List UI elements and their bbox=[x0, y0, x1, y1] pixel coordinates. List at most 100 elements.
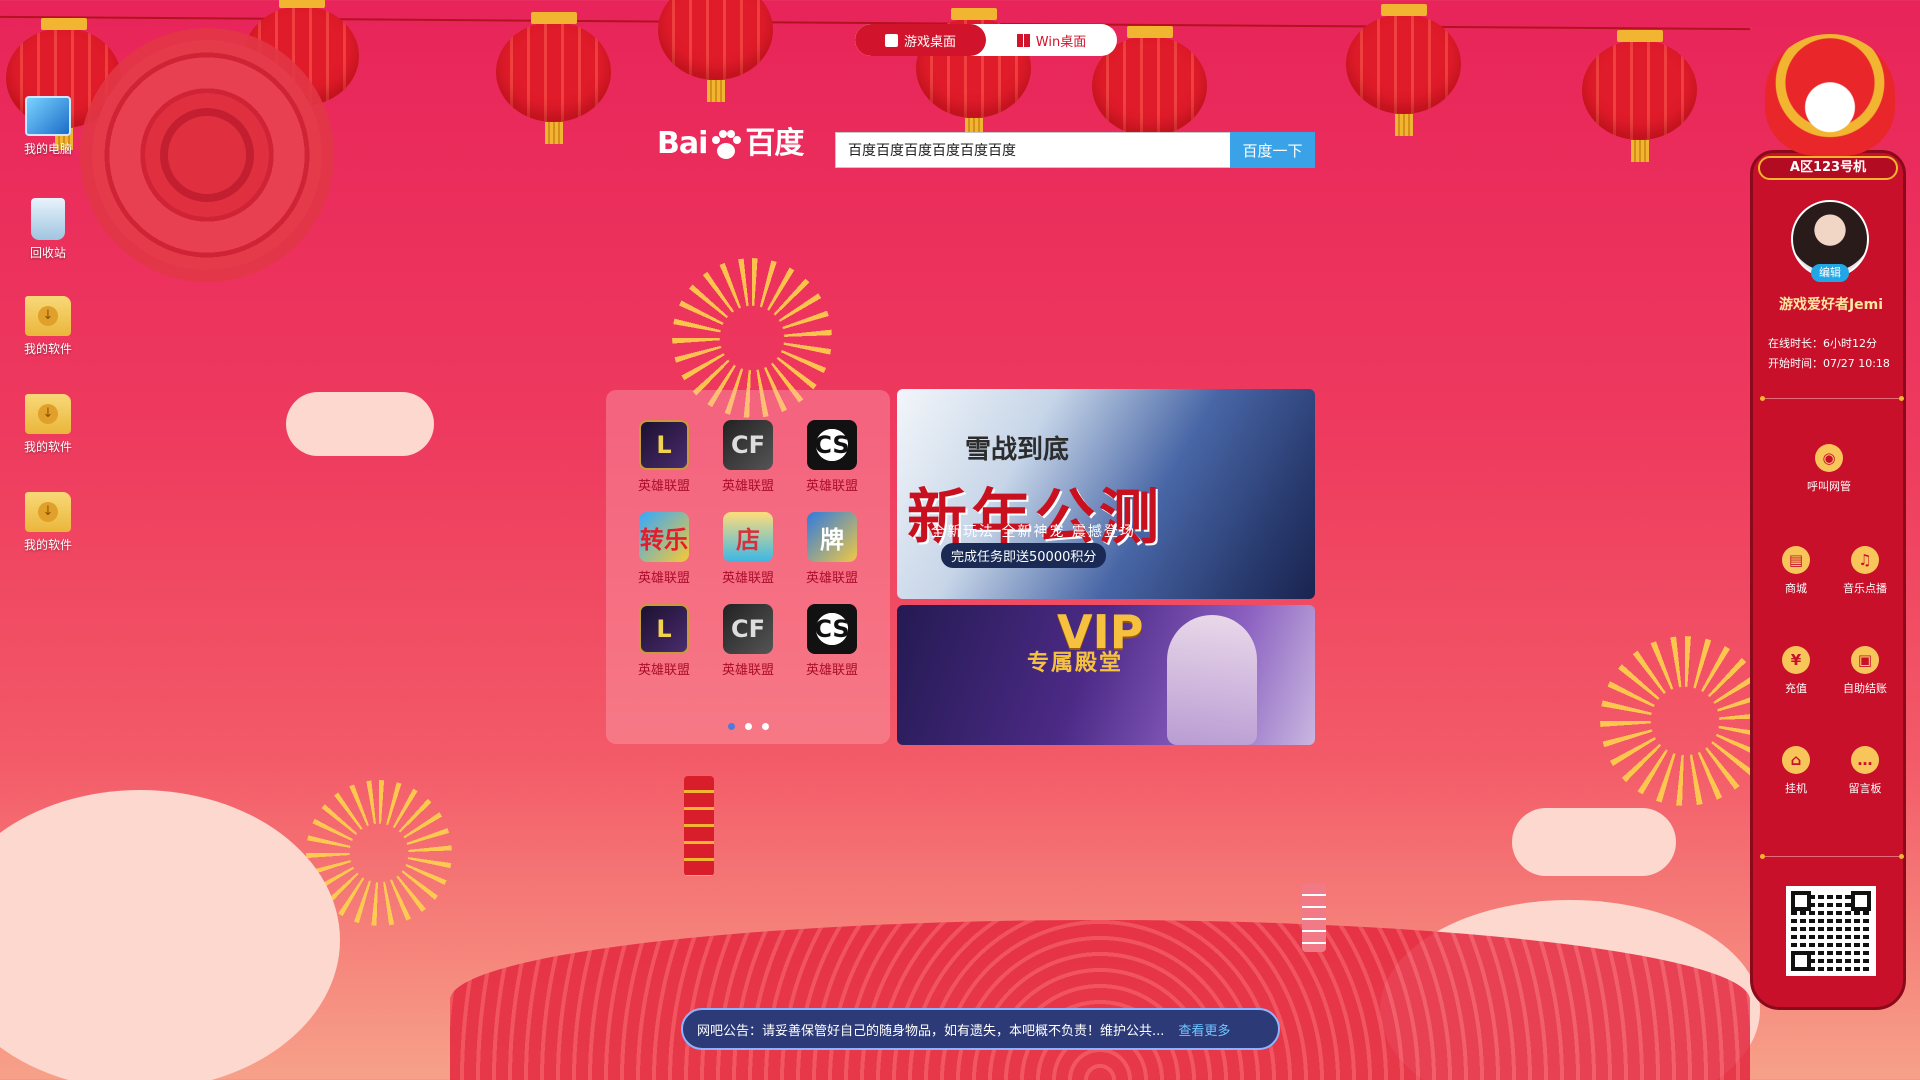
firecracker-decoration bbox=[1302, 884, 1326, 952]
desktop-icon-label: 我的软件 bbox=[23, 440, 72, 454]
paw-icon bbox=[712, 129, 742, 159]
lol-icon: L bbox=[639, 420, 689, 470]
sidebar-button-label: 充值 bbox=[1785, 682, 1807, 695]
baidu-logo: Bai 百度 bbox=[657, 118, 804, 162]
game-tile[interactable]: L 英雄联盟 bbox=[622, 420, 706, 494]
sidebar-button-label: 音乐点播 bbox=[1843, 582, 1887, 595]
self-checkout-button[interactable]: ▣ 自助结账 bbox=[1830, 646, 1900, 696]
lion-head-icon bbox=[1765, 34, 1895, 156]
wave-pattern-decoration bbox=[450, 920, 1750, 1080]
character-art bbox=[1167, 615, 1257, 745]
game-label: 英雄联盟 bbox=[805, 571, 858, 586]
recycle-bin-icon bbox=[31, 198, 65, 240]
promo-banner-vip[interactable]: VIP 专属殿堂 bbox=[897, 605, 1315, 745]
shop-icon: 店 bbox=[723, 512, 773, 562]
cloud-decoration bbox=[286, 392, 434, 456]
banner-reward: 完成任务即送50000积分 bbox=[941, 543, 1107, 568]
money-bag-icon: ¥ bbox=[1782, 646, 1810, 674]
game-panel: L 英雄联盟 CF 英雄联盟 CS 英雄联盟 转乐 英雄联盟 店英雄联盟 牌英雄联盟 L… bbox=[606, 390, 890, 744]
tab-game-desktop[interactable]: 游戏桌面 bbox=[855, 24, 986, 56]
pager-dot[interactable] bbox=[727, 723, 735, 730]
basket-icon: ▤ bbox=[1782, 546, 1810, 574]
desktop-icon-my-software[interactable]: 我的软件 bbox=[18, 394, 78, 455]
username: 游戏爱好者Jemi bbox=[1778, 297, 1884, 313]
search-input[interactable] bbox=[835, 132, 1230, 168]
zhuanzhuanle-icon: 转乐 bbox=[639, 512, 689, 562]
edit-profile-button[interactable]: 编辑 bbox=[1811, 264, 1849, 282]
cloud-decoration bbox=[0, 790, 340, 1080]
spring-seal-decoration bbox=[92, 40, 322, 270]
desktop-icon-my-software[interactable]: 我的软件 bbox=[18, 296, 78, 357]
call-admin-button[interactable]: ◉ 呼叫网管 bbox=[1794, 444, 1864, 494]
lantern-decoration bbox=[658, 0, 773, 102]
folder-icon bbox=[25, 492, 71, 532]
desktop-mode-toggle: 游戏桌面 Win桌面 bbox=[855, 24, 1117, 56]
online-time: 在线时长：6小时12分 bbox=[1768, 337, 1877, 350]
desktop-icon-label: 回收站 bbox=[29, 246, 66, 260]
lantern-decoration bbox=[1346, 4, 1461, 136]
desktop-icon-my-computer[interactable]: 我的电脑 bbox=[18, 96, 78, 157]
tab-win-desktop[interactable]: Win桌面 bbox=[986, 24, 1117, 56]
game-grid: L 英雄联盟 CF 英雄联盟 CS 英雄联盟 转乐 英雄联盟 店英雄联盟 牌英雄联盟 L… bbox=[606, 390, 890, 678]
tab-label: 游戏桌面 bbox=[903, 34, 956, 50]
game-tile[interactable]: 转乐 英雄联盟 bbox=[622, 512, 706, 586]
game-tile[interactable]: 牌英雄联盟 bbox=[790, 512, 874, 586]
game-tile[interactable]: CF 英雄联盟 bbox=[706, 604, 790, 678]
machine-label: A区123号机 bbox=[1758, 156, 1898, 180]
pager-dot[interactable] bbox=[761, 723, 769, 730]
counter-strike-icon: CS bbox=[807, 604, 857, 654]
tab-label: Win桌面 bbox=[1035, 34, 1087, 50]
game-label: 英雄联盟 bbox=[637, 571, 690, 586]
desktop-icon-my-software[interactable]: 我的软件 bbox=[18, 492, 78, 553]
session-info: 在线时长：6小时12分 开始时间：07/27 10:18 bbox=[1768, 334, 1890, 374]
folder-icon bbox=[25, 296, 71, 336]
game-tile[interactable]: CS 英雄联盟 bbox=[790, 604, 874, 678]
shop-button[interactable]: ▤ 商城 bbox=[1761, 546, 1831, 596]
promo-banner-new-year-beta[interactable]: 雪战到底 新年公测 全新玩法 全新神宠 震撼登场 完成任务即送50000积分 bbox=[897, 389, 1315, 599]
folder-icon bbox=[25, 394, 71, 434]
sidebar-button-label: 呼叫网管 bbox=[1807, 480, 1851, 493]
announcement-bar: 网吧公告：请妥善保管好自己的随身物品，如有遗失，本吧概不负责！维护公共... 查… bbox=[681, 1008, 1280, 1050]
vip-hall-text: 专属殿堂 bbox=[1027, 651, 1124, 676]
view-more-link[interactable]: 查看更多 bbox=[1178, 1020, 1230, 1039]
music-button[interactable]: ♫ 音乐点播 bbox=[1830, 546, 1900, 596]
poker-icon: 牌 bbox=[807, 512, 857, 562]
game-tile[interactable]: CS 英雄联盟 bbox=[790, 420, 874, 494]
headphones-icon: ♫ bbox=[1851, 546, 1879, 574]
banner-tagline: 全新玩法 全新神宠 震撼登场 bbox=[931, 524, 1136, 540]
pager-dots bbox=[606, 723, 890, 730]
game-desktop-icon bbox=[884, 33, 898, 47]
game-tile[interactable]: CF 英雄联盟 bbox=[706, 420, 790, 494]
game-label: 英雄联盟 bbox=[805, 479, 858, 494]
pager-dot[interactable] bbox=[744, 723, 752, 730]
message-board-button[interactable]: … 留言板 bbox=[1830, 746, 1900, 796]
game-tile[interactable]: 店英雄联盟 bbox=[706, 512, 790, 586]
recharge-button[interactable]: ¥ 充值 bbox=[1761, 646, 1831, 696]
lol-icon: L bbox=[639, 604, 689, 654]
divider bbox=[1760, 854, 1904, 859]
logo-text: Bai bbox=[657, 126, 708, 161]
windows-icon bbox=[1016, 33, 1030, 47]
wallet-icon: ▣ bbox=[1851, 646, 1879, 674]
sidebar-button-label: 挂机 bbox=[1785, 782, 1807, 795]
alien-icon: ◉ bbox=[1815, 444, 1843, 472]
game-label: 英雄联盟 bbox=[805, 663, 858, 678]
divider bbox=[1760, 396, 1904, 401]
crossfire-icon: CF bbox=[723, 420, 773, 470]
firecracker-decoration bbox=[684, 776, 714, 876]
game-label: 英雄联盟 bbox=[721, 663, 774, 678]
start-time: 开始时间：07/27 10:18 bbox=[1768, 357, 1890, 370]
search-bar: 百度一下 bbox=[835, 132, 1315, 168]
game-label: 英雄联盟 bbox=[637, 663, 690, 678]
desktop-icon-label: 我的电脑 bbox=[23, 142, 72, 156]
computer-icon bbox=[25, 96, 71, 136]
sidebar-button-label: 留言板 bbox=[1848, 782, 1882, 795]
qr-code bbox=[1786, 886, 1876, 976]
hang-up-button[interactable]: ⌂ 挂机 bbox=[1761, 746, 1831, 796]
search-button[interactable]: 百度一下 bbox=[1230, 132, 1315, 168]
game-tile[interactable]: L 英雄联盟 bbox=[622, 604, 706, 678]
chat-icon: … bbox=[1851, 746, 1879, 774]
desktop-icon-recycle-bin[interactable]: 回收站 bbox=[18, 198, 78, 261]
announcement-text: 网吧公告：请妥善保管好自己的随身物品，如有遗失，本吧概不负责！维护公共... bbox=[697, 1023, 1165, 1039]
desktop-icon-label: 我的软件 bbox=[23, 538, 72, 552]
